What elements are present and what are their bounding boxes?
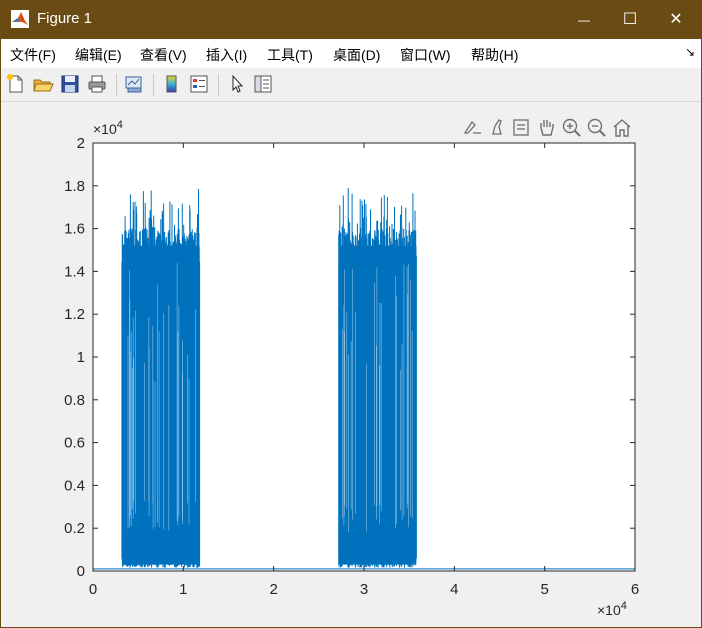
menu-bar: 文件(F) 编辑(E) 查看(V) 插入(I) 工具(T) 桌面(D) 窗口(W… xyxy=(1,39,701,68)
menu-window[interactable]: 窗口(W) xyxy=(400,45,451,65)
property-inspector-icon[interactable] xyxy=(252,73,274,95)
y-tick-label: 0.8 xyxy=(64,392,85,409)
figure-canvas-area: 0 1 2 3 4 5 6 0 0.2 0.4 0.6 0.8 1 1.2 1.4 1.6 1.8 2 ×104 … xyxy=(1,102,701,627)
title-bar[interactable]: Figure 1 — ☐ ✕ xyxy=(1,1,701,39)
menu-help[interactable]: 帮助(H) xyxy=(471,45,518,65)
close-button[interactable]: ✕ xyxy=(653,1,699,39)
edit-plot-arrow-icon[interactable] xyxy=(226,73,248,95)
open-file-icon[interactable] xyxy=(32,73,54,95)
y-tick-label: 1.2 xyxy=(64,306,85,323)
maximize-button[interactable]: ☐ xyxy=(607,1,653,39)
save-icon[interactable] xyxy=(59,73,81,95)
y-tick-label: 1.8 xyxy=(64,178,85,195)
y-tick-label: 1 xyxy=(77,349,85,366)
print-icon[interactable] xyxy=(86,73,108,95)
minimize-button[interactable]: — xyxy=(561,1,607,39)
menu-view[interactable]: 查看(V) xyxy=(140,45,187,65)
toolbar-separator xyxy=(153,74,154,96)
toolbar-separator xyxy=(218,74,219,96)
dock-arrow-icon[interactable]: ↘ xyxy=(685,45,695,59)
matlab-logo-icon xyxy=(11,10,29,28)
menu-tools[interactable]: 工具(T) xyxy=(267,45,313,65)
signal-burst xyxy=(338,188,417,568)
menu-desktop[interactable]: 桌面(D) xyxy=(333,45,380,65)
menu-edit[interactable]: 编辑(E) xyxy=(75,45,122,65)
signal-burst xyxy=(121,189,201,568)
x-tick-label: 3 xyxy=(360,581,368,598)
y-tick-label: 0.4 xyxy=(64,477,85,494)
maximize-icon: ☐ xyxy=(622,11,638,28)
line-chart[interactable]: 0 1 2 3 4 5 600.20.40.60.811.21.41.61.82 ×104 … xyxy=(1,102,701,627)
x-tick-label: 5 xyxy=(540,581,548,598)
y-tick-label: 0.6 xyxy=(64,435,85,452)
insert-legend-icon[interactable] xyxy=(188,73,210,95)
menu-file[interactable]: 文件(F) xyxy=(10,45,56,65)
x-tick-label: 6 xyxy=(631,581,639,598)
menu-insert[interactable]: 插入(I) xyxy=(206,45,247,65)
x-tick-label: 2 xyxy=(269,581,277,598)
minimize-icon: — xyxy=(578,13,590,27)
figure-toolbar xyxy=(1,68,701,102)
y-tick-label: 0.2 xyxy=(64,520,85,537)
figure-window: Figure 1 — ☐ ✕ 文件(F) 编辑(E) 查看(V) 插入(I) 工… xyxy=(0,0,702,628)
burst-spikes xyxy=(338,188,417,568)
window-title: Figure 1 xyxy=(37,10,93,27)
y-tick-label: 2 xyxy=(77,135,85,152)
y-tick-label: 1.4 xyxy=(64,263,85,280)
insert-colorbar-icon[interactable] xyxy=(161,73,183,95)
close-icon: ✕ xyxy=(669,11,683,28)
link-plot-icon[interactable] xyxy=(123,73,145,95)
new-figure-icon[interactable] xyxy=(5,73,27,95)
x-tick-label: 4 xyxy=(450,581,458,598)
x-tick-label: 1 xyxy=(179,581,187,598)
toolbar-separator xyxy=(116,74,117,96)
y-tick-label: 1.6 xyxy=(64,221,85,238)
y-tick-label: 0 xyxy=(77,563,85,580)
x-tick-label: 0 xyxy=(89,581,97,598)
